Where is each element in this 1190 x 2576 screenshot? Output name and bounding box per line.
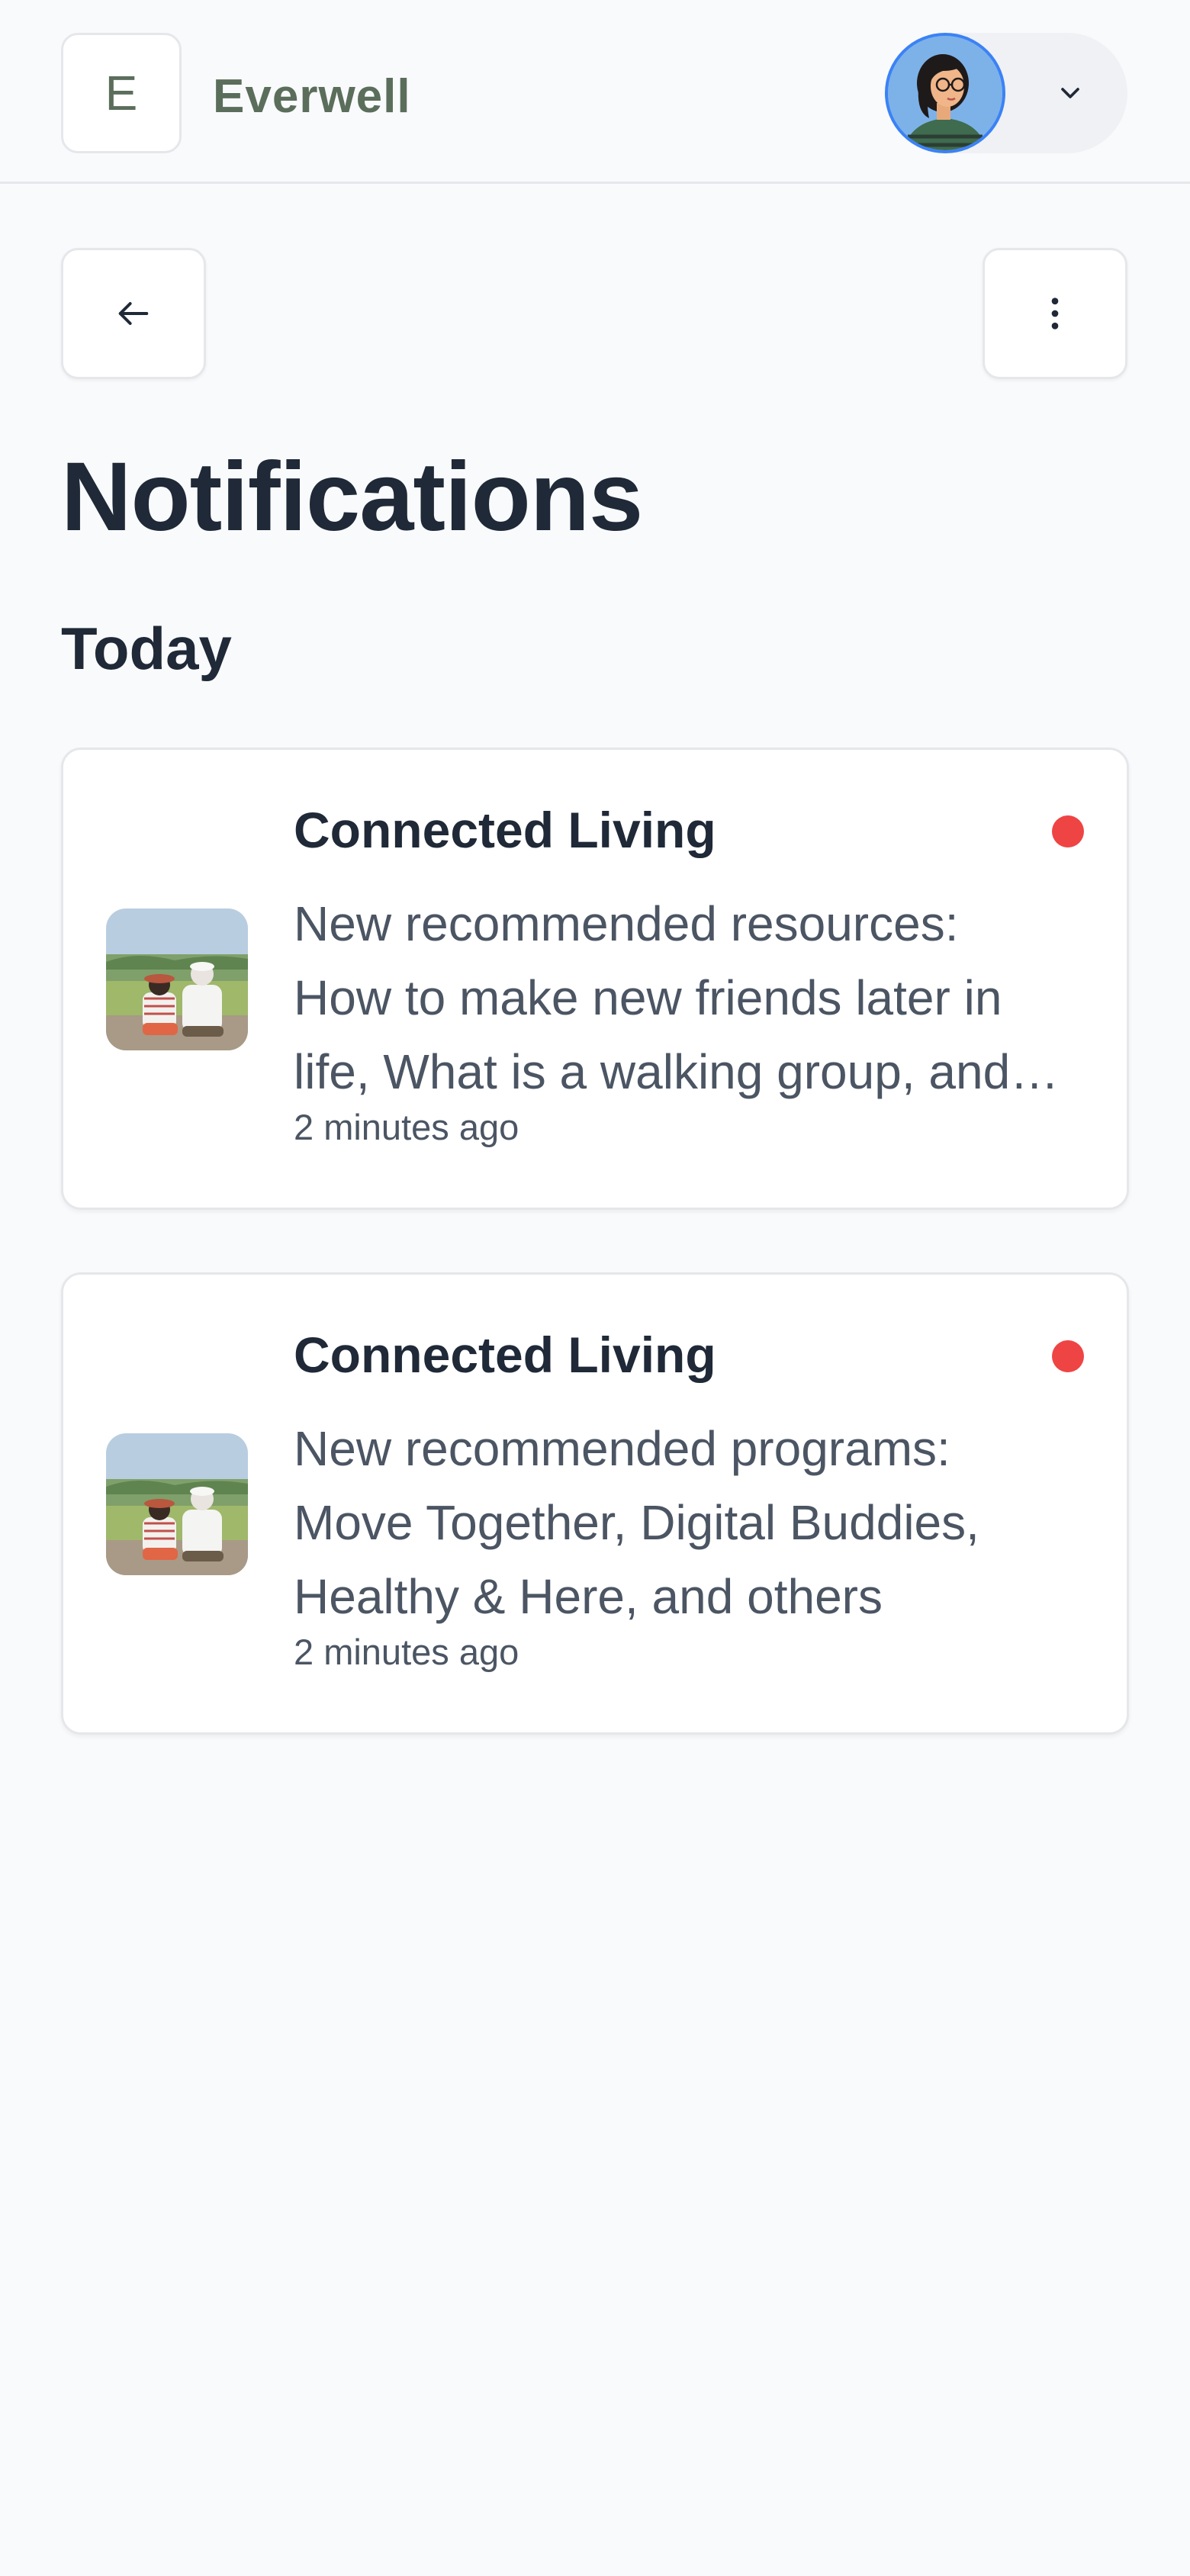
back-button[interactable]	[61, 248, 206, 379]
unread-indicator	[1052, 815, 1084, 847]
notification-timestamp: 2 minutes ago	[294, 1632, 519, 1672]
notification-card[interactable]: Connected Living New recommended resourc…	[61, 748, 1129, 1210]
notification-card[interactable]: Connected Living New recommended program…	[61, 1272, 1129, 1735]
page-title: Notifications	[61, 442, 643, 552]
logo[interactable]: E	[61, 33, 182, 153]
unread-indicator	[1052, 1340, 1084, 1372]
user-menu-button[interactable]	[885, 33, 1127, 153]
notification-message: New recommended resources: How to make n…	[294, 896, 1011, 1099]
more-vertical-icon	[1051, 297, 1059, 330]
avatar[interactable]	[885, 33, 1005, 153]
notification-thumbnail	[106, 1433, 248, 1575]
notification-title: Connected Living	[294, 1327, 716, 1383]
chevron-down-icon	[1047, 70, 1093, 116]
logo-letter: E	[105, 66, 138, 121]
notification-message: New recommended programs: Move Together,…	[294, 1421, 979, 1624]
more-options-button[interactable]	[983, 248, 1127, 379]
user-avatar-icon	[888, 36, 1002, 150]
couple-photo-icon	[106, 909, 248, 1050]
app-header: E Everwell	[0, 0, 1190, 184]
notification-timestamp: 2 minutes ago	[294, 1107, 519, 1147]
arrow-left-icon	[118, 302, 149, 325]
brand-name: Everwell	[213, 70, 411, 123]
notification-title: Connected Living	[294, 802, 716, 858]
section-title-today: Today	[61, 615, 232, 682]
notification-thumbnail	[106, 909, 248, 1050]
couple-photo-icon	[106, 1433, 248, 1575]
